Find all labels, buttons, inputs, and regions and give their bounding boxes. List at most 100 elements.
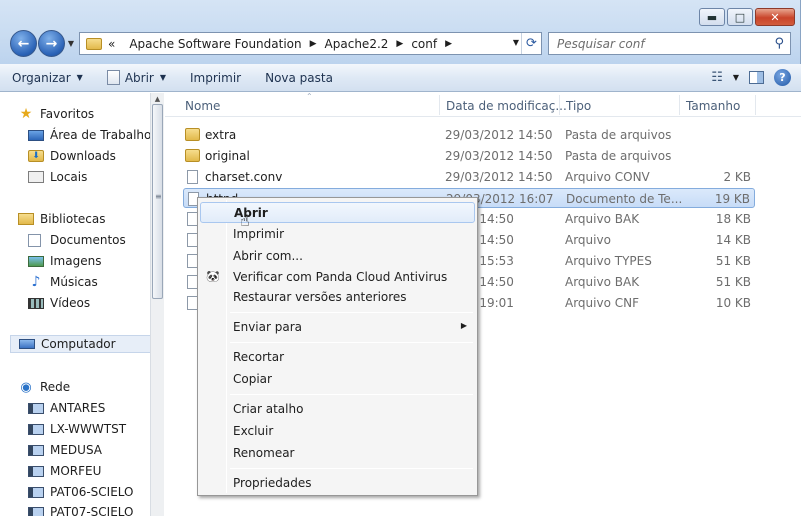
menu-item-copy[interactable]: Copiar [200,369,475,390]
menu-item-open-with[interactable]: Abrir com... [200,246,475,267]
nav-label: Rede [40,380,71,394]
scroll-up-icon[interactable]: ▲ [151,95,164,103]
column-divider[interactable] [755,95,756,115]
network-icon: ◉ [20,379,32,395]
file-row[interactable]: original 29/03/2012 14:50 Pasta de arqui… [183,146,755,166]
recent-pages-dropdown[interactable]: ▼ [65,39,77,48]
menu-label: Verificar com Panda Cloud Antivirus [233,270,448,284]
column-header-date[interactable]: Data de modificaç... [446,99,567,113]
column-divider[interactable] [559,95,560,115]
star-icon: ★ [19,106,33,122]
breadcrumb-overflow[interactable]: « [108,37,115,51]
new-folder-button[interactable]: Nova pasta [253,64,345,91]
nav-label: Bibliotecas [40,212,106,226]
nav-computer[interactable]: Computador [10,335,150,353]
menu-separator [230,342,473,343]
column-header-name[interactable]: Nome [185,99,220,113]
menu-item-restore-versions[interactable]: Restaurar versões anteriores [200,287,475,308]
nav-network[interactable]: ◉ Rede [18,378,70,396]
nav-videos[interactable]: Vídeos [28,294,90,312]
file-size: 18 KB [715,212,751,226]
network-computer-icon [28,444,44,456]
breadcrumb-item[interactable]: Apache Software Foundation [129,37,301,51]
nav-host[interactable]: MORFEU [28,462,101,480]
grip-icon: ≡ [155,192,162,201]
view-options-icon[interactable]: ☷ [711,70,723,85]
nav-host[interactable]: MEDUSA [28,441,102,459]
file-type: Pasta de arquivos [565,128,672,142]
nav-downloads[interactable]: ⬇ Downloads [28,147,116,165]
nav-label: Locais [50,170,88,184]
menu-item-properties[interactable]: Propriedades [200,473,475,494]
column-header-type[interactable]: Tipo [566,99,591,113]
maximize-button[interactable]: □ [727,8,753,26]
chevron-down-icon[interactable]: ▼ [733,73,739,82]
column-header-size[interactable]: Tamanho [686,99,740,113]
menu-item-delete[interactable]: Excluir [200,421,475,442]
nav-label: LX-WWWTST [50,422,127,436]
menu-item-create-shortcut[interactable]: Criar atalho [200,399,475,420]
preview-pane-icon[interactable] [749,71,764,84]
close-button[interactable]: ✕ [755,8,795,26]
print-button[interactable]: Imprimir [178,64,253,91]
nav-label: PAT06-SCIELO [50,485,134,499]
search-input[interactable]: Pesquisar conf ⚲ [548,32,791,55]
nav-host[interactable]: ANTARES [28,399,105,417]
nav-libraries[interactable]: Bibliotecas [18,210,105,228]
open-button[interactable]: Abrir ▼ [95,64,178,91]
forward-button[interactable]: → [38,30,65,57]
menu-label: Abrir com... [233,249,303,263]
nav-desktop[interactable]: Área de Trabalho [28,126,150,144]
help-icon[interactable]: ? [774,69,791,86]
sort-ascending-icon: ⌃ [306,92,313,101]
column-divider[interactable] [679,95,680,115]
nav-label: Downloads [50,149,116,163]
file-type: Arquivo TYPES [565,254,652,268]
column-divider[interactable] [439,95,440,115]
breadcrumb-item[interactable]: conf [411,37,437,51]
menu-label: Recortar [233,350,285,364]
chevron-right-icon[interactable]: ▶ [310,39,317,49]
chevron-right-icon[interactable]: ▶ [396,39,403,49]
refresh-icon[interactable]: ⟳ [521,33,541,54]
chevron-right-icon[interactable]: ▶ [445,39,452,49]
search-icon[interactable]: ⚲ [774,36,784,51]
menu-item-cut[interactable]: Recortar [200,347,475,368]
command-bar: Organizar ▼ Abrir ▼ Imprimir Nova pasta … [0,64,801,92]
window-controls: ▬ □ ✕ [699,8,795,26]
folder-icon [185,149,200,162]
view-controls: ☷ ▼ ? [711,64,801,91]
nav-host[interactable]: LX-WWWTST [28,420,126,438]
navigation-scrollbar[interactable]: ▲ ≡ [150,93,164,516]
organize-button[interactable]: Organizar ▼ [0,64,95,91]
file-date: 29/03/2012 14:50 [445,128,553,142]
file-date: 29/03/2012 14:50 [445,149,553,163]
menu-item-send-to[interactable]: Enviar para ▶ [200,317,475,338]
network-computer-icon [28,486,44,498]
nav-music[interactable]: ♪ Músicas [28,273,98,291]
file-row[interactable]: charset.conv 29/03/2012 14:50 Arquivo CO… [183,167,755,187]
address-bar[interactable]: « Apache Software Foundation ▶ Apache2.2… [79,32,542,55]
organize-label: Organizar [12,70,71,85]
nav-host[interactable]: PAT06-SCIELO [28,483,134,501]
nav-favorites[interactable]: ★ Favoritos [18,105,94,123]
menu-item-panda-scan[interactable]: 🐼 Verificar com Panda Cloud Antivirus [200,267,475,288]
nav-label: MEDUSA [50,443,103,457]
nav-images[interactable]: Imagens [28,252,101,270]
back-button[interactable]: ← [10,30,37,57]
navigation-pane: ★ Favoritos Área de Trabalho ⬇ Downloads… [0,93,150,516]
nav-documents[interactable]: Documentos [28,231,126,249]
menu-item-rename[interactable]: Renomear [200,443,475,464]
minimize-button[interactable]: ▬ [699,8,725,26]
nav-places[interactable]: Locais [28,168,87,186]
file-date: 29/03/2012 14:50 [445,170,553,184]
address-dropdown-icon[interactable]: ▼ [513,38,519,47]
folder-icon [86,37,102,50]
file-type: Documento de Te... [566,192,683,206]
file-name: extra [205,128,237,142]
document-icon [106,70,120,85]
nav-host[interactable]: PAT07-SCIELO [28,503,134,516]
file-row[interactable]: extra 29/03/2012 14:50 Pasta de arquivos [183,125,755,145]
scrollbar-thumb[interactable]: ≡ [152,104,163,299]
breadcrumb-item[interactable]: Apache2.2 [325,37,389,51]
